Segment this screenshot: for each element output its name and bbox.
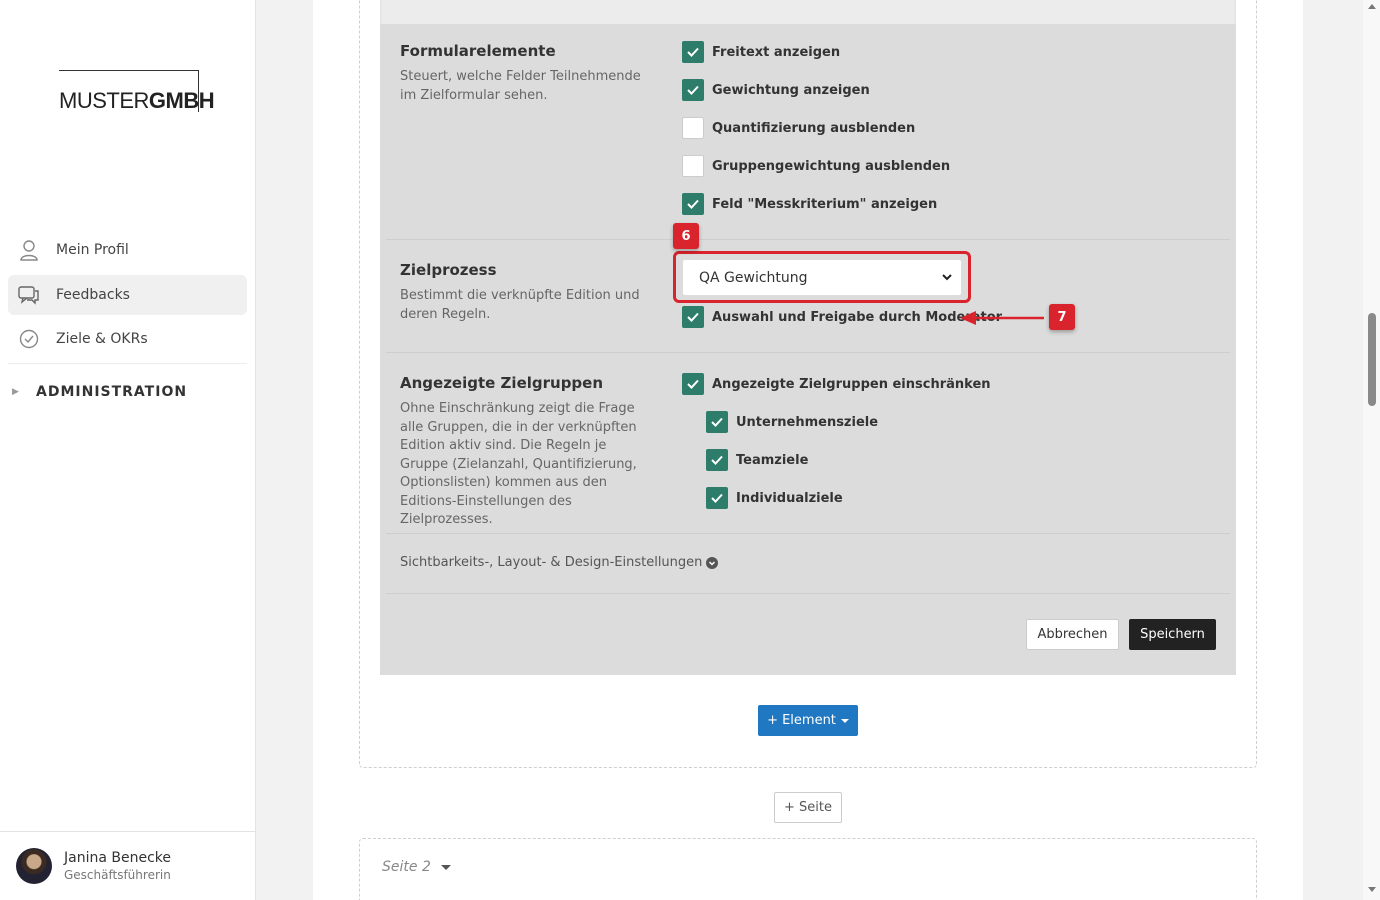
sidebar-item-administration[interactable]: ▶ ADMINISTRATION [12, 384, 187, 400]
section-title-zielgruppen: Angezeigte Zielgruppen [400, 374, 604, 392]
chevron-circle-down-icon [706, 556, 719, 569]
option-gruppengewichtung[interactable]: Gruppengewichtung ausblenden [682, 155, 950, 177]
scrollbar-thumb[interactable] [1368, 313, 1376, 406]
option-unternehmensziele[interactable]: Unternehmensziele [706, 411, 878, 433]
option-label: Feld "Messkriterium" anzeigen [712, 196, 938, 212]
sidebar-item-label: Feedbacks [56, 287, 130, 303]
section-desc-zielgruppen: Ohne Einschränkung zeigt die Frage alle … [400, 401, 637, 527]
checkbox-checked[interactable] [706, 449, 728, 471]
option-label: Gruppengewichtung ausblenden [712, 158, 951, 174]
annotation-arrow-icon [960, 311, 1044, 325]
scrollbar[interactable] [1363, 0, 1380, 900]
visibility-settings-toggle[interactable]: Sichtbarkeits-, Layout- & Design-Einstel… [400, 555, 719, 570]
option-quantifizierung[interactable]: Quantifizierung ausblenden [682, 117, 915, 139]
checkbox-checked[interactable] [682, 41, 704, 63]
caret-down-icon [840, 718, 849, 723]
caret-right-icon: ▶ [12, 387, 19, 397]
row-divider [386, 593, 1230, 594]
chat-icon [18, 284, 40, 306]
sidebar: MUSTERGMBH Mein Profil Feedbacks Ziele &… [0, 0, 256, 900]
option-label: Gewichtung anzeigen [712, 82, 870, 98]
checkbox-checked[interactable] [682, 373, 704, 395]
checkbox-checked[interactable] [706, 411, 728, 433]
avatar[interactable] [16, 848, 52, 884]
section-title-zielprozess: Zielprozess [400, 261, 497, 279]
option-label: Angezeigte Zielgruppen einschränken [712, 376, 991, 392]
checkbox-checked[interactable] [706, 487, 728, 509]
option-messkriterium[interactable]: Feld "Messkriterium" anzeigen [682, 193, 937, 215]
option-label: Quantifizierung ausblenden [712, 120, 916, 136]
checkbox-checked[interactable] [682, 193, 704, 215]
caret-down-icon [440, 864, 451, 870]
page-2-toggle[interactable]: Seite 2 [382, 859, 451, 875]
option-individualziele[interactable]: Individualziele [706, 487, 843, 509]
admin-label: ADMINISTRATION [36, 384, 188, 400]
sidebar-item-label: Mein Profil [56, 242, 129, 258]
scroll-down-arrow-icon[interactable] [1368, 887, 1376, 892]
sidebar-item-feedbacks[interactable]: Feedbacks [8, 275, 247, 315]
sidebar-item-label: Ziele & OKRs [56, 331, 148, 347]
add-page-button[interactable]: + Seite [774, 792, 842, 823]
checkbox-checked[interactable] [682, 79, 704, 101]
user-role: Geschäftsführerin [64, 868, 171, 882]
checkbox-checked[interactable] [682, 306, 704, 328]
save-button[interactable]: Speichern [1129, 619, 1216, 650]
annotation-badge-7: 7 [1049, 304, 1075, 330]
add-element-button[interactable]: + Element [758, 705, 858, 736]
option-moderator[interactable]: Auswahl und Freigabe durch Moderator [682, 306, 1002, 328]
sidebar-item-ziele[interactable]: Ziele & OKRs [8, 319, 247, 359]
row-divider [386, 533, 1230, 534]
visibility-settings-label: Sichtbarkeits-, Layout- & Design-Einstel… [400, 555, 703, 570]
scroll-up-arrow-icon[interactable] [1368, 4, 1376, 9]
checkbox-unchecked[interactable] [682, 117, 704, 139]
user-divider [0, 831, 256, 832]
section-desc-formularelemente: Steuert, welche Felder Teilnehmende im Z… [400, 69, 641, 103]
panel-header-strip [380, 0, 1236, 24]
option-teamziele[interactable]: Teamziele [706, 449, 808, 471]
checkbox-unchecked[interactable] [682, 155, 704, 177]
option-label: Teamziele [736, 452, 809, 468]
add-element-label: + Element [767, 713, 836, 728]
annotation-highlight-box [673, 251, 971, 303]
check-circle-icon [18, 328, 40, 350]
company-logo[interactable]: MUSTERGMBH [59, 70, 215, 113]
annotation-badge-6: 6 [673, 223, 699, 249]
row-divider [386, 239, 1230, 240]
user-name: Janina Benecke [64, 850, 171, 866]
user-icon [18, 239, 40, 261]
page-2-title: Seite 2 [382, 859, 431, 875]
option-gewichtung[interactable]: Gewichtung anzeigen [682, 79, 870, 101]
row-divider [386, 352, 1230, 353]
logo-bold-text: GMBH [148, 88, 215, 113]
logo-light-text: MUSTER [59, 88, 149, 113]
cancel-button[interactable]: Abbrechen [1026, 619, 1119, 650]
option-label: Freitext anzeigen [712, 44, 841, 60]
option-restrict-groups[interactable]: Angezeigte Zielgruppen einschränken [682, 373, 991, 395]
sidebar-item-profile[interactable]: Mein Profil [8, 230, 247, 270]
option-freitext[interactable]: Freitext anzeigen [682, 41, 840, 63]
option-label: Individualziele [736, 490, 843, 506]
page-2-container [359, 838, 1257, 900]
section-title-formularelemente: Formularelemente [400, 42, 556, 60]
option-label: Unternehmensziele [736, 414, 879, 430]
section-desc-zielprozess: Bestimmt die verknüpfte Edition und dere… [400, 288, 640, 322]
nav-divider [8, 363, 247, 364]
